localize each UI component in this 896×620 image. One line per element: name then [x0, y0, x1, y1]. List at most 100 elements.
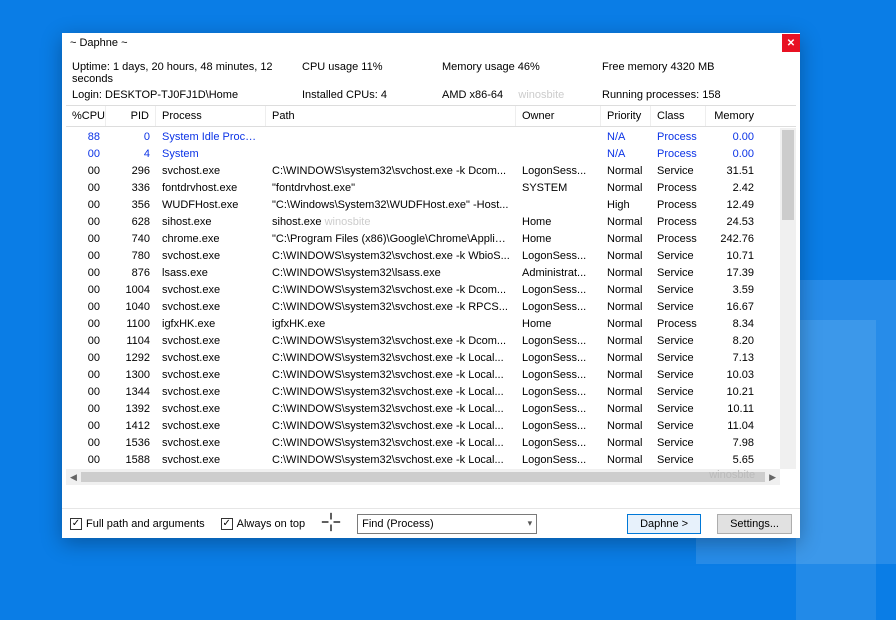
scrollbar-vertical[interactable]: [780, 128, 796, 469]
col-header-path[interactable]: Path: [266, 106, 516, 126]
cell-class: Process: [651, 182, 706, 194]
scroll-right-icon[interactable]: ▶: [769, 472, 776, 483]
cell-class: Service: [651, 420, 706, 432]
cell-priority: N/A: [601, 131, 651, 143]
table-row[interactable]: 001344svchost.exeC:\WINDOWS\system32\svc…: [66, 383, 780, 400]
cell-process: WUDFHost.exe: [156, 199, 266, 211]
cell-process: svchost.exe: [156, 335, 266, 347]
table-row[interactable]: 004SystemN/AProcess0.00: [66, 145, 780, 162]
table-row[interactable]: 001300svchost.exeC:\WINDOWS\system32\svc…: [66, 366, 780, 383]
cell-pid: 336: [106, 182, 156, 194]
col-header-class[interactable]: Class: [651, 106, 706, 126]
cell-cpu: 00: [66, 250, 106, 262]
cell-class: Process: [651, 199, 706, 211]
cell-owner: LogonSess...: [516, 369, 601, 381]
scroll-track-horizontal[interactable]: winosbite: [81, 472, 765, 482]
cell-pid: 356: [106, 199, 156, 211]
bottom-toolbar: ✓ Full path and arguments ✓ Always on to…: [62, 508, 800, 538]
table-row[interactable]: 001100igfxHK.exeigfxHK.exeHomeNormalProc…: [66, 315, 780, 332]
checkbox-always-on-top[interactable]: ✓ Always on top: [221, 518, 305, 530]
table-row[interactable]: 001292svchost.exeC:\WINDOWS\system32\svc…: [66, 349, 780, 366]
cell-process: chrome.exe: [156, 233, 266, 245]
cell-process: svchost.exe: [156, 437, 266, 449]
cell-priority: High: [601, 199, 651, 211]
cell-priority: N/A: [601, 148, 651, 160]
cell-owner: Administrat...: [516, 267, 601, 279]
cell-process: svchost.exe: [156, 301, 266, 313]
cell-priority: Normal: [601, 250, 651, 262]
crosshair-target-icon[interactable]: [321, 512, 341, 535]
cell-memory: 12.49: [706, 199, 760, 211]
table-row[interactable]: 00740chrome.exe"C:\Program Files (x86)\G…: [66, 230, 780, 247]
checkbox-always-on-top-label: Always on top: [237, 518, 305, 530]
arch-label: AMD x86-64: [442, 89, 503, 101]
table-row[interactable]: 001412svchost.exeC:\WINDOWS\system32\svc…: [66, 417, 780, 434]
cell-owner: Home: [516, 233, 601, 245]
daphne-button[interactable]: Daphne >: [627, 514, 701, 534]
login-label: Login: DESKTOP-TJ0FJ1D\Home: [72, 89, 302, 101]
cell-cpu: 00: [66, 165, 106, 177]
cell-pid: 1392: [106, 403, 156, 415]
cell-path: C:\WINDOWS\system32\svchost.exe -k RPCS.…: [266, 301, 516, 313]
table-body[interactable]: 880System Idle ProcessN/AProcess0.00004S…: [66, 128, 780, 469]
table-row[interactable]: 00876lsass.exeC:\WINDOWS\system32\lsass.…: [66, 264, 780, 281]
cell-pid: 780: [106, 250, 156, 262]
table-row[interactable]: 880System Idle ProcessN/AProcess0.00: [66, 128, 780, 145]
cell-priority: Normal: [601, 437, 651, 449]
cell-class: Service: [651, 284, 706, 296]
cell-path: C:\WINDOWS\system32\svchost.exe -k Dcom.…: [266, 284, 516, 296]
cell-memory: 0.00: [706, 131, 760, 143]
table-row[interactable]: 001536svchost.exeC:\WINDOWS\system32\svc…: [66, 434, 780, 451]
settings-button[interactable]: Settings...: [717, 514, 792, 534]
cell-class: Service: [651, 267, 706, 279]
table-row[interactable]: 001104svchost.exeC:\WINDOWS\system32\svc…: [66, 332, 780, 349]
cell-path: C:\WINDOWS\system32\svchost.exe -k Local…: [266, 403, 516, 415]
table-row[interactable]: 00628sihost.exesihost.exe winosbiteHomeN…: [66, 213, 780, 230]
col-header-process[interactable]: Process: [156, 106, 266, 126]
col-header-pid[interactable]: PID: [106, 106, 156, 126]
col-header-priority[interactable]: Priority: [601, 106, 651, 126]
table-row[interactable]: 001040svchost.exeC:\WINDOWS\system32\svc…: [66, 298, 780, 315]
checkbox-full-path[interactable]: ✓ Full path and arguments: [70, 518, 205, 530]
table-row[interactable]: 001004svchost.exeC:\WINDOWS\system32\svc…: [66, 281, 780, 298]
table-row[interactable]: 00296svchost.exeC:\WINDOWS\system32\svch…: [66, 162, 780, 179]
col-header-owner[interactable]: Owner: [516, 106, 601, 126]
cell-memory: 24.53: [706, 216, 760, 228]
table-header-row[interactable]: %CPU PID Process Path Owner Priority Cla…: [66, 106, 796, 127]
cell-pid: 1300: [106, 369, 156, 381]
cell-path: C:\WINDOWS\system32\svchost.exe -k Local…: [266, 454, 516, 466]
cell-cpu: 00: [66, 420, 106, 432]
table-row[interactable]: 00356WUDFHost.exe"C:\Windows\System32\WU…: [66, 196, 780, 213]
running-processes-label: Running processes: 158: [602, 89, 790, 101]
cell-process: sihost.exe: [156, 216, 266, 228]
col-header-cpu[interactable]: %CPU: [66, 106, 106, 126]
scrollbar-horizontal[interactable]: ◀ winosbite ▶: [66, 469, 780, 485]
cell-pid: 1100: [106, 318, 156, 330]
cell-class: Service: [651, 386, 706, 398]
cell-path: "C:\Windows\System32\WUDFHost.exe" -Host…: [266, 199, 516, 211]
scroll-thumb-vertical[interactable]: [782, 130, 794, 220]
cell-priority: Normal: [601, 267, 651, 279]
cell-owner: LogonSess...: [516, 454, 601, 466]
table-row[interactable]: 001392svchost.exeC:\WINDOWS\system32\svc…: [66, 400, 780, 417]
close-button[interactable]: ✕: [782, 34, 800, 52]
col-header-memory[interactable]: Memory: [706, 106, 760, 126]
find-process-select[interactable]: Find (Process) ▾: [357, 514, 537, 534]
scroll-left-icon[interactable]: ◀: [70, 472, 77, 483]
cell-path: C:\WINDOWS\system32\svchost.exe -k Dcom.…: [266, 335, 516, 347]
cell-process: svchost.exe: [156, 165, 266, 177]
titlebar[interactable]: ~ Daphne ~ ✕: [62, 33, 800, 53]
cell-memory: 7.13: [706, 352, 760, 364]
cell-cpu: 00: [66, 318, 106, 330]
table-row[interactable]: 001588svchost.exeC:\WINDOWS\system32\svc…: [66, 451, 780, 468]
cell-owner: LogonSess...: [516, 284, 601, 296]
checkbox-checked-icon: ✓: [70, 518, 82, 530]
cell-class: Service: [651, 335, 706, 347]
table-row[interactable]: 00780svchost.exeC:\WINDOWS\system32\svch…: [66, 247, 780, 264]
free-memory-label: Free memory 4320 MB: [602, 61, 790, 85]
cell-pid: 1536: [106, 437, 156, 449]
cell-memory: 31.51: [706, 165, 760, 177]
installed-cpus-label: Installed CPUs: 4: [302, 89, 442, 101]
cell-memory: 242.76: [706, 233, 760, 245]
table-row[interactable]: 00336fontdrvhost.exe"fontdrvhost.exe"SYS…: [66, 179, 780, 196]
